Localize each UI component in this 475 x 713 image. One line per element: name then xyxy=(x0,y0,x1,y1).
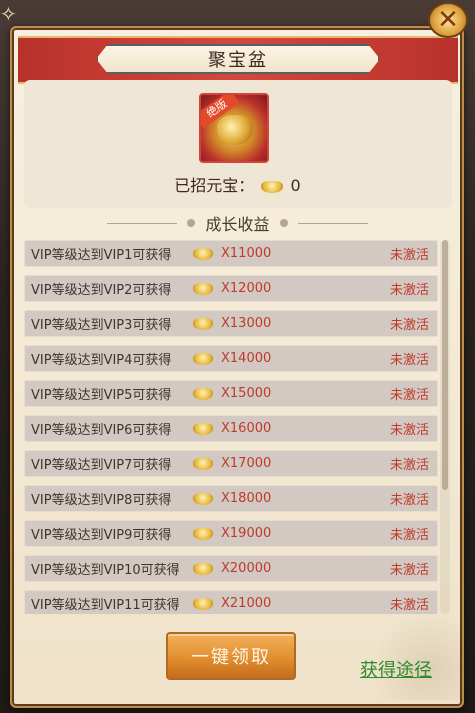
reward-status: 未激活 xyxy=(389,423,429,438)
reward-description: VIP等级达到VIP11可获得 xyxy=(31,598,180,613)
reward-description: VIP等级达到VIP1可获得 xyxy=(31,248,172,263)
reward-amount: X13000 xyxy=(221,316,272,331)
gold-ingot-icon xyxy=(193,422,213,435)
gold-ingot-icon xyxy=(193,247,213,260)
section-header: 成长收益 xyxy=(0,212,475,234)
gold-ingot-icon xyxy=(193,387,213,400)
reward-description: VIP等级达到VIP9可获得 xyxy=(31,528,172,543)
reward-status: 未激活 xyxy=(389,528,429,543)
reward-description: VIP等级达到VIP3可获得 xyxy=(31,318,172,333)
gold-ingot-icon xyxy=(193,282,213,295)
obtain-method-link[interactable]: 获得途径 xyxy=(360,656,450,681)
reward-amount: X15000 xyxy=(221,386,272,401)
reward-description: VIP等级达到VIP2可获得 xyxy=(31,283,172,298)
reward-row: VIP等级达到VIP10可获得 X20000 未激活 xyxy=(24,555,438,582)
reward-row: VIP等级达到VIP9可获得 X19000 未激活 xyxy=(24,520,438,547)
reward-status: 未激活 xyxy=(389,318,429,333)
reward-status: 未激活 xyxy=(389,458,429,473)
reward-description: VIP等级达到VIP8可获得 xyxy=(31,493,172,508)
reward-row: VIP等级达到VIP8可获得 X18000 未激活 xyxy=(24,485,438,512)
reward-status: 未激活 xyxy=(389,248,429,263)
collected-label: 已招元宝： xyxy=(174,176,255,195)
reward-amount: X19000 xyxy=(221,526,272,541)
reward-status: 未激活 xyxy=(389,283,429,298)
reward-amount: X18000 xyxy=(221,491,272,506)
gold-ingot-icon xyxy=(261,180,284,193)
reward-amount: X21000 xyxy=(221,596,272,611)
collected-summary: 已招元宝： 0 xyxy=(0,172,475,196)
reward-description: VIP等级达到VIP6可获得 xyxy=(31,423,172,438)
divider-right xyxy=(297,222,368,224)
reward-status: 未激活 xyxy=(389,388,429,403)
close-icon: ✕ xyxy=(437,5,459,35)
gold-ingot-icon xyxy=(193,317,213,330)
treasure-bowl-icon[interactable]: 绝版 xyxy=(199,93,269,163)
gold-ingot-icon xyxy=(193,527,213,540)
reward-amount: X12000 xyxy=(221,281,272,296)
bamboo-decoration xyxy=(360,600,460,700)
collected-value: 0 xyxy=(290,176,301,195)
gold-ingot-icon xyxy=(193,562,213,575)
reward-status: 未激活 xyxy=(389,493,429,508)
reward-status: 未激活 xyxy=(389,353,429,368)
title-plate: 聚宝盆 xyxy=(96,44,380,74)
claim-all-button[interactable]: 一键领取 xyxy=(166,632,296,680)
reward-amount: X11000 xyxy=(221,246,272,261)
reward-row: VIP等级达到VIP1可获得 X11000 未激活 xyxy=(24,240,438,267)
section-title: 成长收益 xyxy=(205,215,270,234)
reward-amount: X14000 xyxy=(221,351,272,366)
reward-row: VIP等级达到VIP6可获得 X16000 未激活 xyxy=(24,415,438,442)
close-button[interactable]: ✕ xyxy=(428,2,468,38)
gold-pot-icon xyxy=(217,115,253,145)
reward-row: VIP等级达到VIP5可获得 X15000 未激活 xyxy=(24,380,438,407)
reward-description: VIP等级达到VIP7可获得 xyxy=(31,458,172,473)
reward-list[interactable]: VIP等级达到VIP1可获得 X11000 未激活 VIP等级达到VIP2可获得 X12… xyxy=(24,240,438,614)
gold-ingot-icon xyxy=(193,352,213,365)
scrollbar-thumb[interactable] xyxy=(442,240,448,490)
divider-left xyxy=(107,222,178,224)
divider-dot-left xyxy=(187,219,196,227)
reward-description: VIP等级达到VIP4可获得 xyxy=(31,353,172,368)
reward-amount: X20000 xyxy=(221,561,272,576)
reward-amount: X16000 xyxy=(221,421,272,436)
gold-ingot-icon xyxy=(193,597,213,610)
reward-row: VIP等级达到VIP7可获得 X17000 未激活 xyxy=(24,450,438,477)
dialog-title: 聚宝盆 xyxy=(208,50,268,71)
gold-ingot-icon xyxy=(193,492,213,505)
reward-amount: X17000 xyxy=(221,456,272,471)
reward-row: VIP等级达到VIP2可获得 X12000 未激活 xyxy=(24,275,438,302)
reward-description: VIP等级达到VIP5可获得 xyxy=(31,388,172,403)
reward-description: VIP等级达到VIP10可获得 xyxy=(31,563,180,578)
gold-ingot-icon xyxy=(193,457,213,470)
reward-row: VIP等级达到VIP4可获得 X14000 未激活 xyxy=(24,345,438,372)
divider-dot-right xyxy=(279,219,288,227)
reward-row: VIP等级达到VIP3可获得 X13000 未激活 xyxy=(24,310,438,337)
list-scrollbar[interactable] xyxy=(440,240,450,614)
reward-status: 未激活 xyxy=(389,563,429,578)
